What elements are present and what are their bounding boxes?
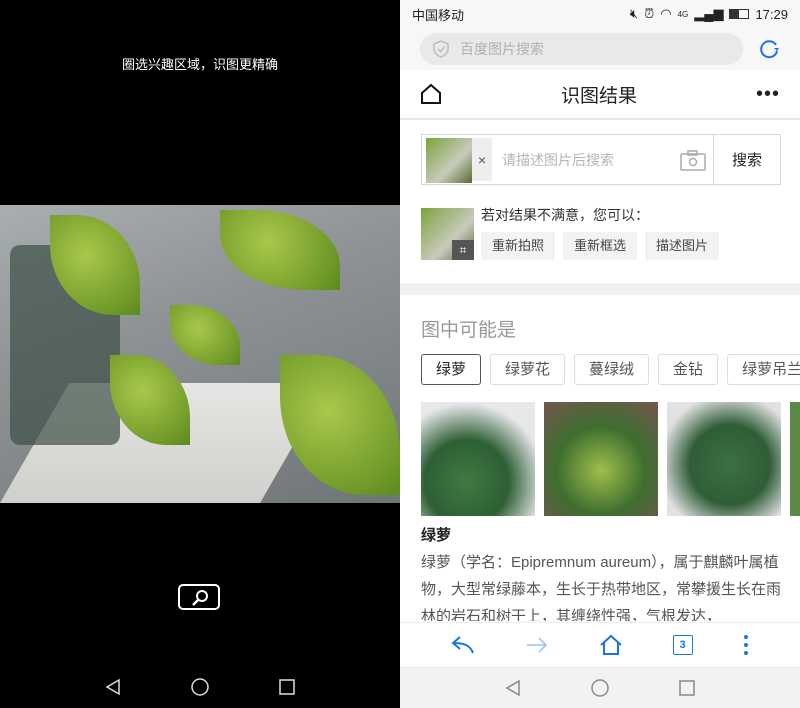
leaf <box>170 305 240 365</box>
result-image[interactable] <box>544 402 658 516</box>
result-images <box>421 402 800 516</box>
result-image[interactable] <box>667 402 781 516</box>
search-button[interactable]: 搜索 <box>713 135 780 184</box>
camera-icon <box>680 149 706 171</box>
crop-icon[interactable]: ⌗ <box>452 240 474 260</box>
home-circle-icon[interactable] <box>590 678 610 698</box>
clear-image-button[interactable]: × <box>472 138 492 181</box>
system-nav-bar <box>0 666 400 708</box>
browser-toolbar: 3 <box>400 622 800 667</box>
describe-input[interactable]: 请描述图片后搜索 <box>492 135 673 184</box>
back-icon[interactable] <box>104 678 122 696</box>
address-bar: 百度图片搜索 <box>400 28 800 70</box>
result-image[interactable] <box>421 402 535 516</box>
url-input[interactable]: 百度图片搜索 <box>420 33 743 65</box>
more-icon[interactable]: ••• <box>756 83 780 106</box>
result-name: 绿萝 <box>421 527 452 544</box>
tag-item[interactable]: 绿萝 <box>421 354 482 385</box>
clock: 17:29 <box>755 6 788 22</box>
magnifier-icon <box>192 590 208 606</box>
alarm-icon: ⏰︎ <box>644 6 655 21</box>
tag-item[interactable]: 绿萝花 <box>490 354 566 385</box>
network-label: 4G <box>677 9 689 19</box>
url-placeholder: 百度图片搜索 <box>460 41 544 57</box>
tabs-button[interactable]: 3 <box>672 635 693 655</box>
back-icon[interactable] <box>504 679 522 697</box>
tag-item[interactable]: 蔓绿绒 <box>574 354 650 385</box>
refresh-icon[interactable] <box>757 37 780 61</box>
tag-item[interactable]: 金钻 <box>658 354 719 385</box>
home-icon[interactable] <box>420 83 442 105</box>
back-arrow-icon[interactable] <box>450 634 476 656</box>
home-circle-icon[interactable] <box>190 677 210 697</box>
mute-icon: 🔇︎ <box>629 6 639 21</box>
search-image-button[interactable] <box>178 584 220 610</box>
results-screen: 中国移动 🔇︎ ⏰︎ ◠ 4G ▂▄▆ 17:29 百度图片搜索 识图结果 ••… <box>400 0 800 708</box>
result-description: 绿萝（学名：Epipremnum aureum），属于麒麟叶属植物，大型常绿藤本… <box>421 554 781 621</box>
describe-image-button[interactable]: 描述图片 <box>645 232 720 260</box>
photo-crop-area[interactable] <box>0 205 400 503</box>
shield-check-icon <box>433 40 449 58</box>
battery-icon <box>729 9 750 19</box>
page-title: 识图结果 <box>560 85 637 107</box>
tag-item[interactable]: 绿萝吊兰 <box>727 354 800 385</box>
image-search-box: × 请描述图片后搜索 搜索 <box>421 134 781 185</box>
query-thumbnail <box>426 138 472 183</box>
system-nav-bar <box>400 667 800 708</box>
menu-icon[interactable] <box>742 634 750 656</box>
crop-screen: 圈选兴趣区域，识图更精确 <box>0 0 400 708</box>
recents-icon[interactable] <box>278 678 296 696</box>
suggestion-text: 若对结果不满意，您可以： <box>481 207 649 223</box>
crop-hint: 圈选兴趣区域，识图更精确 <box>121 57 278 72</box>
home-icon[interactable] <box>599 634 623 656</box>
carrier: 中国移动 <box>412 7 465 23</box>
status-bar: 中国移动 🔇︎ ⏰︎ ◠ 4G ▂▄▆ 17:29 <box>400 0 800 28</box>
section-title: 图中可能是 <box>421 320 517 341</box>
leaf <box>280 355 400 495</box>
reselect-area-button[interactable]: 重新框选 <box>563 232 638 260</box>
page-header: 识图结果 ••• <box>400 70 800 120</box>
recents-icon[interactable] <box>678 679 696 697</box>
result-image[interactable] <box>790 402 800 516</box>
leaf <box>220 210 340 290</box>
forward-arrow-icon[interactable] <box>525 634 549 656</box>
candidate-tags: 绿萝 绿萝花 蔓绿绒 金钻 绿萝吊兰 <box>421 354 800 385</box>
camera-button[interactable] <box>673 135 713 184</box>
retake-photo-button[interactable]: 重新拍照 <box>481 232 556 260</box>
section-divider <box>400 283 800 295</box>
wifi-icon: ◠ <box>660 6 672 21</box>
signal-icon: ▂▄▆ <box>694 6 724 21</box>
